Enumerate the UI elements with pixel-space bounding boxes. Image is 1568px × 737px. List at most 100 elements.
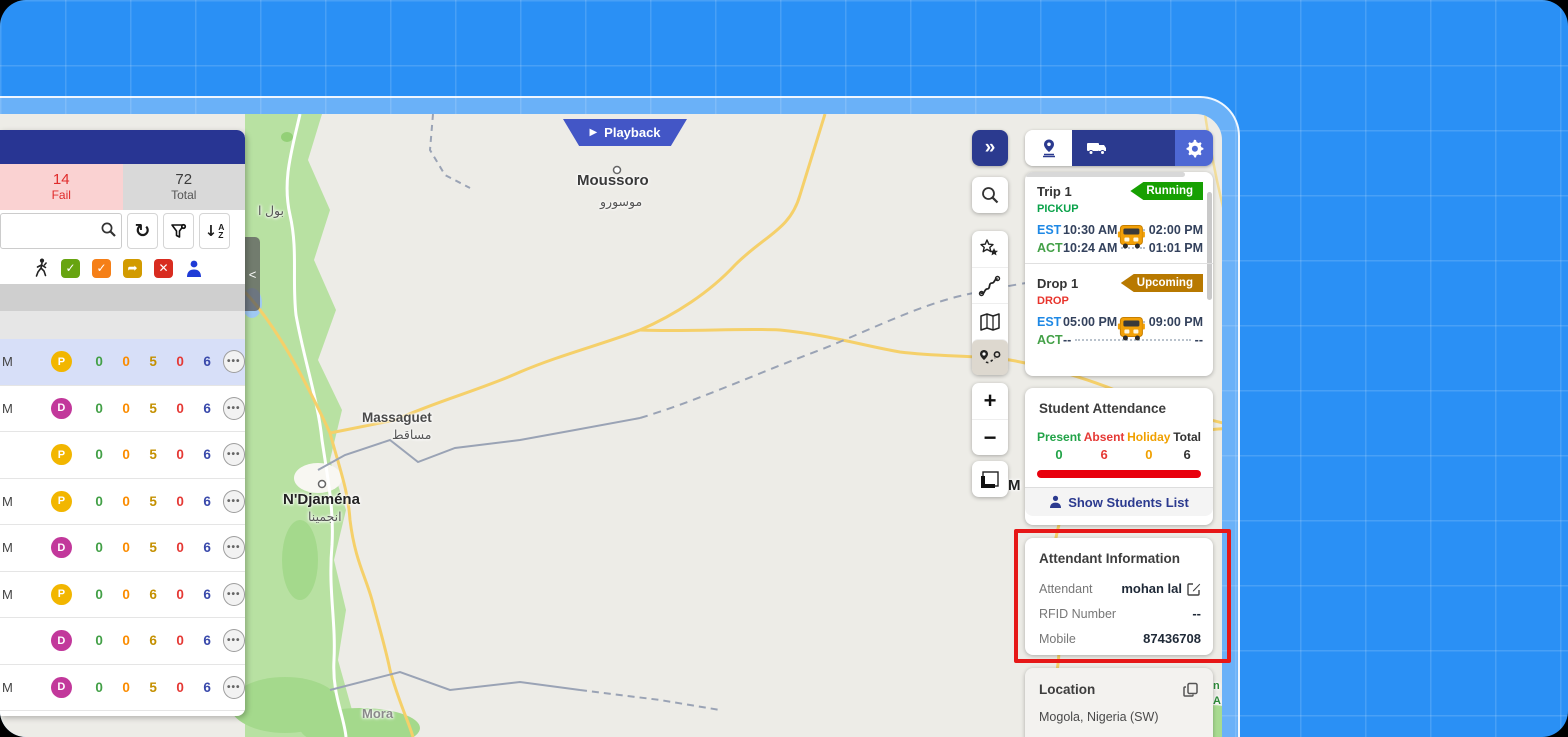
trip-type-badge: D xyxy=(51,630,71,651)
search-icon xyxy=(100,221,117,238)
map-label: Massaguet xyxy=(362,410,432,425)
row-values: 00606 xyxy=(86,587,221,602)
route-history-button[interactable] xyxy=(972,267,1008,303)
fail-label: Fail xyxy=(52,188,71,203)
map-layers-group xyxy=(972,231,1008,375)
sort-az-icon: ↓ AZ xyxy=(205,222,225,240)
copy-icon[interactable] xyxy=(1183,682,1199,698)
map-label: انجمينا xyxy=(308,509,342,524)
refresh-button[interactable]: ↻ xyxy=(127,213,158,249)
map-extent-button[interactable] xyxy=(972,461,1008,497)
trip-route-button[interactable] xyxy=(972,339,1008,375)
map-type-button[interactable] xyxy=(972,303,1008,339)
map-label: مساقط xyxy=(392,427,432,442)
trip-card: Drop 1 Upcoming DROP EST 05:00 PM 09:00 … xyxy=(1025,263,1213,355)
table-row[interactable]: D 00606 ••• xyxy=(0,618,245,665)
act-start-time: 10:24 AM xyxy=(1063,241,1117,255)
sidebar-collapse-button[interactable]: » xyxy=(972,130,1008,166)
zoom-out-button[interactable]: − xyxy=(972,419,1008,455)
act-end-time: 01:01 PM xyxy=(1149,241,1203,255)
table-row[interactable]: M D 00506 ••• xyxy=(0,665,245,712)
map-label: n xyxy=(1213,680,1220,692)
table-row[interactable]: M D 00506 ••• xyxy=(0,386,245,433)
bus-icon xyxy=(1116,224,1146,255)
map-label: Moussoro xyxy=(577,172,649,189)
map-label: A xyxy=(1213,695,1221,707)
attendant-row-value: 87436708 xyxy=(1143,631,1201,646)
pending-filter-icon[interactable]: ✓ xyxy=(92,259,111,278)
row-time-fragment: M xyxy=(0,354,29,369)
show-students-list-button[interactable]: Show Students List xyxy=(1025,487,1213,516)
attendance-column: Total 6 xyxy=(1173,430,1201,462)
row-more-button[interactable]: ••• xyxy=(223,443,245,466)
row-more-button[interactable]: ••• xyxy=(223,397,245,420)
location-pin-icon xyxy=(1040,138,1058,158)
map-search-group xyxy=(972,177,1008,213)
search-box xyxy=(0,213,122,249)
attendance-label: Present xyxy=(1037,430,1081,444)
trip-type-badge: P xyxy=(51,491,71,512)
table-row[interactable]: M P 00506 ••• xyxy=(0,339,245,386)
table-row[interactable]: M D 00506 ••• xyxy=(0,525,245,572)
attendance-label: Total xyxy=(1173,430,1201,444)
filter-button[interactable] xyxy=(163,213,194,249)
row-more-button[interactable]: ••• xyxy=(223,536,245,559)
fail-filter-icon[interactable]: ✕ xyxy=(154,259,173,278)
trip-type-badge: P xyxy=(51,351,71,372)
attendant-row-label: Mobile xyxy=(1039,632,1076,646)
table-row[interactable]: M P 00606 ••• xyxy=(0,572,245,619)
table-row[interactable]: M P 00506 ••• xyxy=(0,479,245,526)
edit-icon[interactable] xyxy=(1187,582,1201,596)
stat-total[interactable]: 72 Total xyxy=(123,164,246,210)
trip-type-badge: D xyxy=(51,677,71,698)
act-start-time: -- xyxy=(1063,333,1071,347)
est-start-time: 05:00 PM xyxy=(1063,315,1117,329)
play-icon: ▶ xyxy=(589,127,597,138)
stat-fail[interactable]: 14 Fail xyxy=(0,164,123,210)
trip-type-label: DROP xyxy=(1037,295,1203,307)
tab-stops[interactable] xyxy=(1025,130,1072,166)
map-label: N'Djaména xyxy=(283,491,360,508)
row-more-button[interactable]: ••• xyxy=(223,629,245,652)
filter-icon xyxy=(169,221,189,241)
row-time-fragment: M xyxy=(0,680,29,695)
trip-type-badge: P xyxy=(51,584,71,605)
zoom-in-button[interactable]: + xyxy=(972,383,1008,419)
trip-type-badge: D xyxy=(51,398,71,419)
attendance-value: 0 xyxy=(1055,447,1062,462)
map-search-icon xyxy=(980,185,1000,205)
poi-star-button[interactable] xyxy=(972,231,1008,267)
forward-filter-icon[interactable]: ➦ xyxy=(123,259,142,278)
attendance-column: Holiday 0 xyxy=(1127,430,1170,462)
star-icon xyxy=(979,238,1001,260)
location-card: Location Mogola, Nigeria (SW) xyxy=(1025,668,1213,737)
est-end-time: 09:00 PM xyxy=(1149,315,1203,329)
row-more-button[interactable]: ••• xyxy=(223,676,245,699)
row-time-fragment: M xyxy=(0,401,29,416)
sort-button[interactable]: ↓ AZ xyxy=(199,213,230,249)
table-row[interactable]: P 00506 ••• xyxy=(0,432,245,479)
playback-button[interactable]: ▶ Playback xyxy=(563,119,687,146)
map-search-button[interactable] xyxy=(972,177,1008,213)
row-values: 00606 xyxy=(86,633,221,648)
row-more-button[interactable]: ••• xyxy=(223,350,245,373)
row-more-button[interactable]: ••• xyxy=(223,583,245,606)
est-end-time: 02:00 PM xyxy=(1149,223,1203,237)
trip-type-badge: P xyxy=(51,444,71,465)
trip-status-ribbon: Running xyxy=(1130,182,1203,200)
tab-vehicle[interactable] xyxy=(1072,130,1175,166)
present-filter-icon[interactable]: ✓ xyxy=(61,259,80,278)
panel-collapse-handle[interactable]: < xyxy=(245,237,260,311)
location-title: Location xyxy=(1039,682,1095,697)
pin-route-icon xyxy=(978,346,1002,370)
attendant-row-value: -- xyxy=(1192,606,1201,621)
student-filter-icon[interactable] xyxy=(185,259,203,278)
row-time-fragment: M xyxy=(0,587,29,602)
location-address: Mogola, Nigeria (SW) xyxy=(1025,698,1213,724)
attendant-row: Mobile 87436708 xyxy=(1039,626,1201,651)
tab-settings[interactable] xyxy=(1175,130,1213,166)
attendant-row-label: RFID Number xyxy=(1039,607,1116,621)
est-start-time: 10:30 AM xyxy=(1063,223,1117,237)
walking-student-icon[interactable] xyxy=(34,258,49,278)
row-more-button[interactable]: ••• xyxy=(223,490,245,513)
